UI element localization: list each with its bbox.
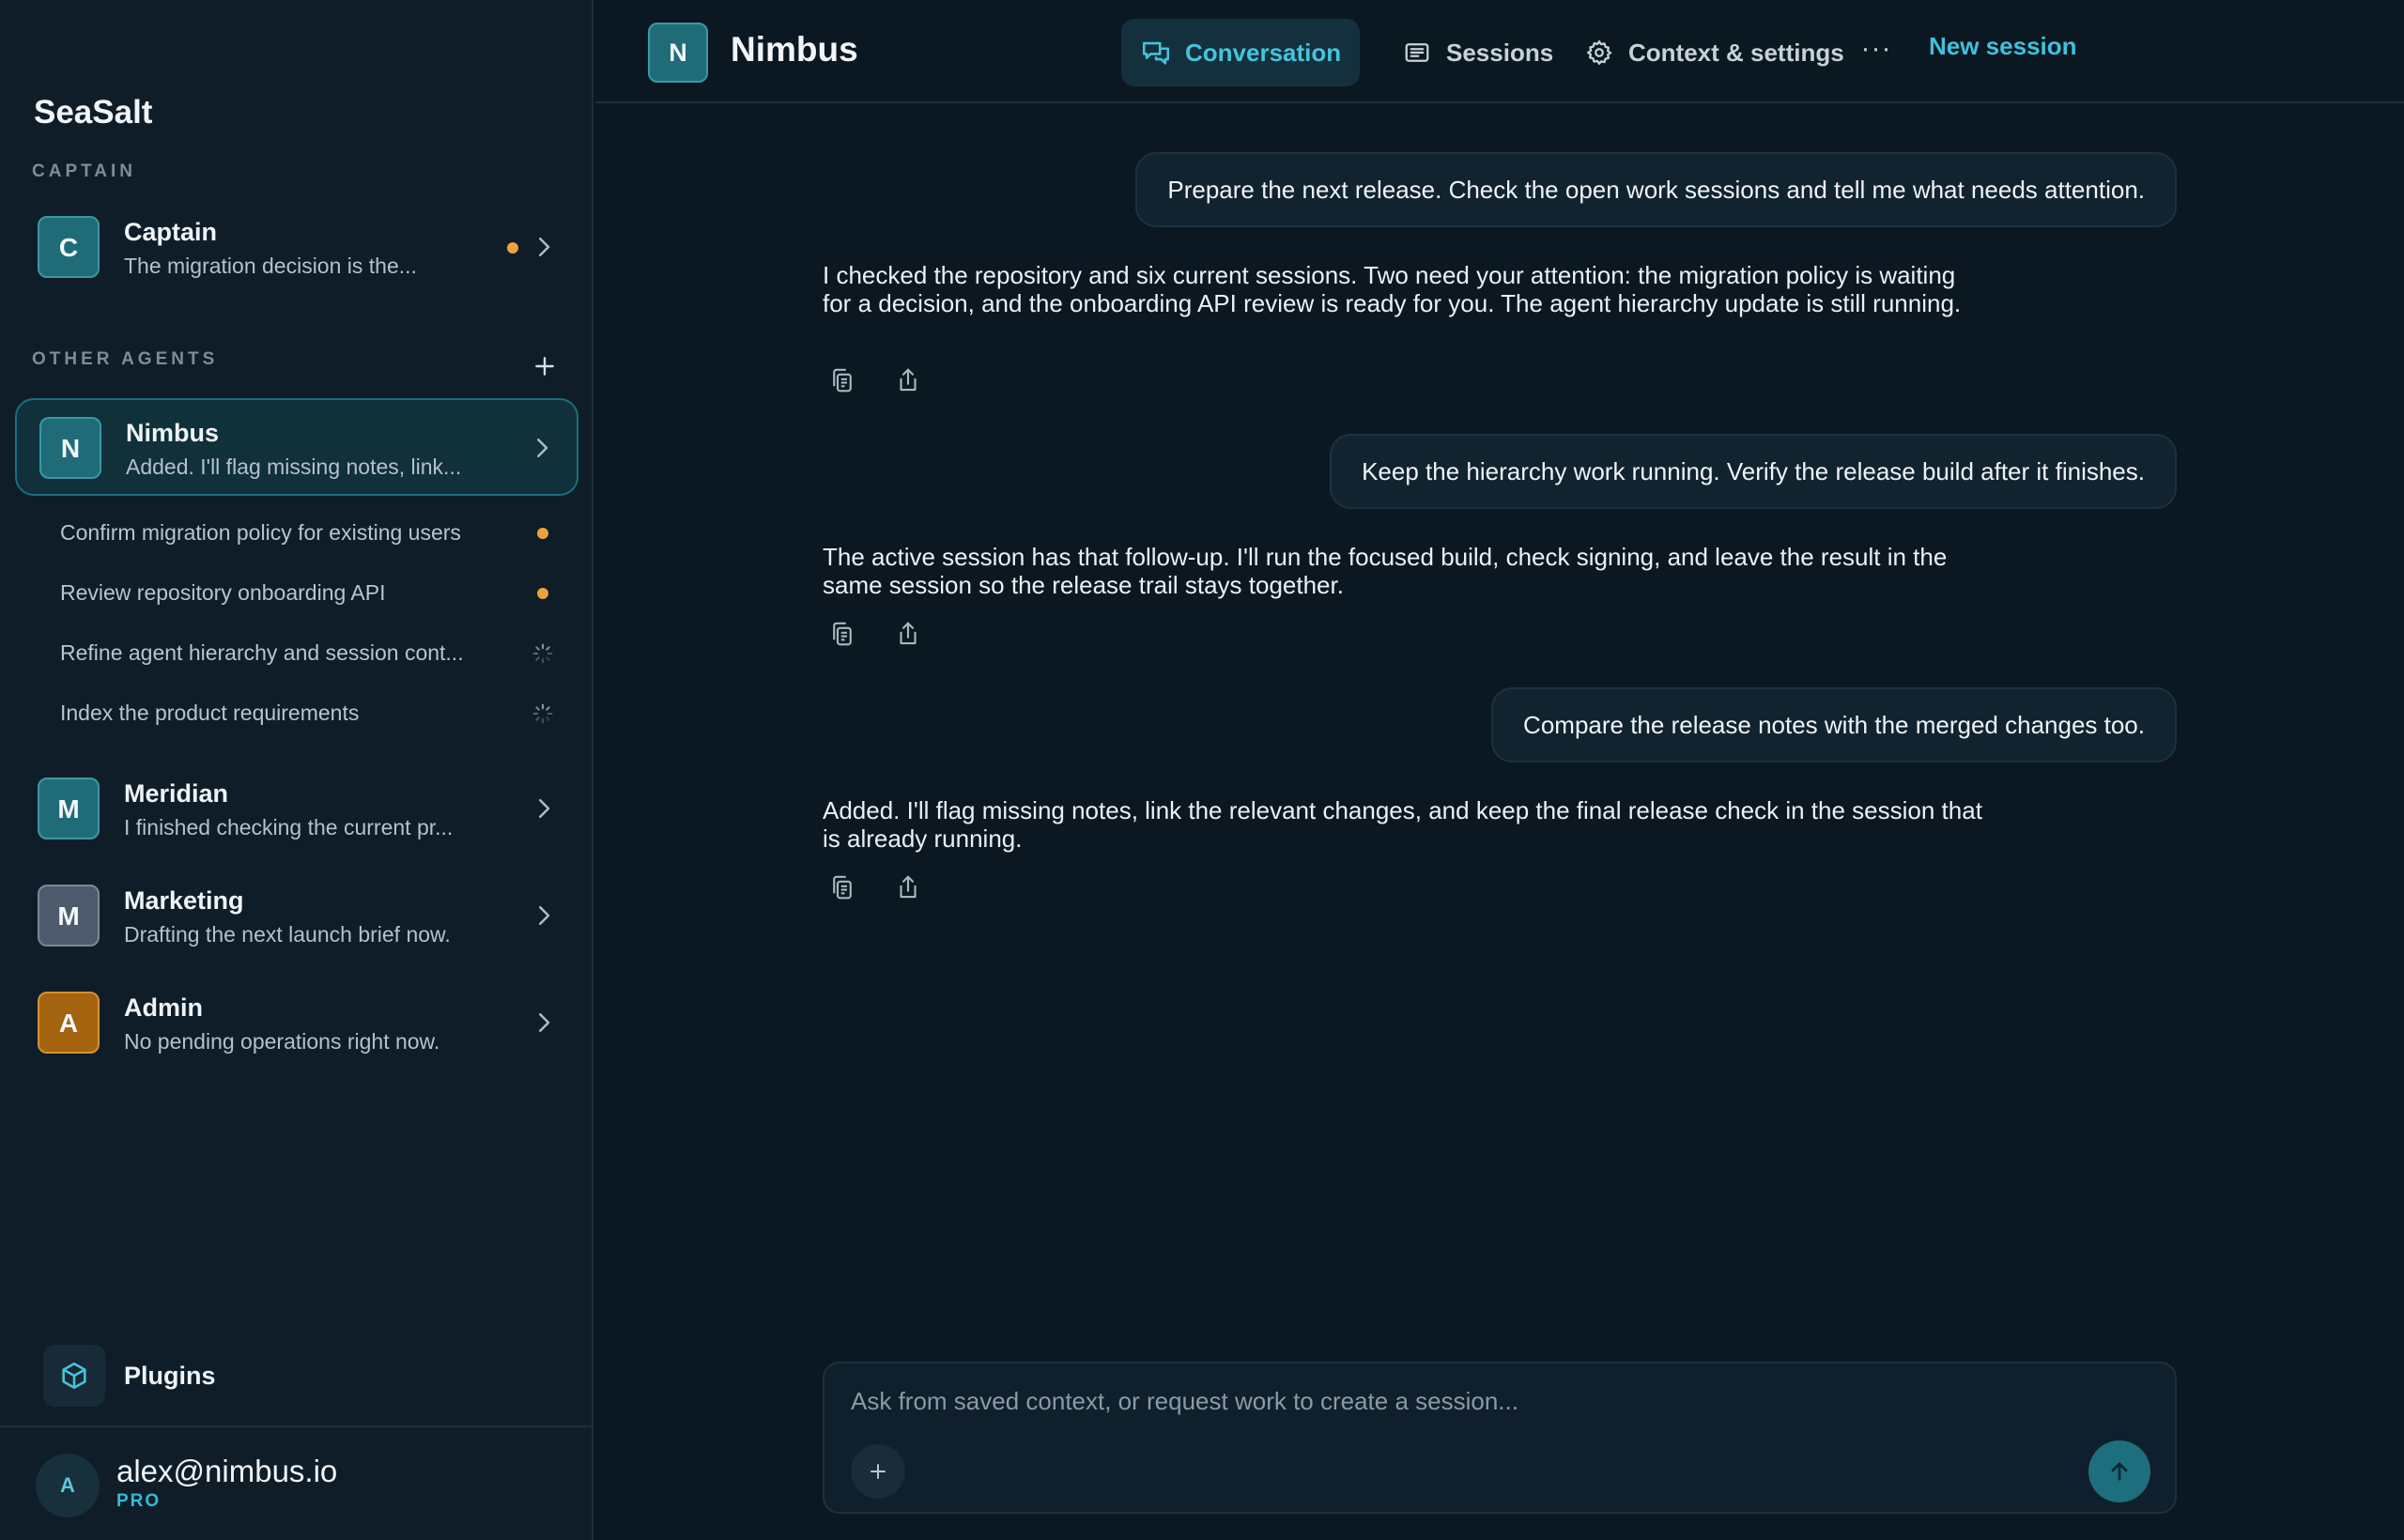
agent-item-meridian[interactable]: M Meridian I finished checking the curre… [15, 761, 578, 858]
attach-button[interactable] [851, 1444, 905, 1499]
agent-preview: Added. I'll flag missing notes, link... [126, 454, 462, 479]
agent-item-captain[interactable]: C Captain The migration decision is the.… [15, 199, 578, 297]
user-avatar[interactable]: A [36, 1454, 100, 1517]
avatar: C [38, 216, 100, 278]
attention-dot-icon [537, 588, 548, 599]
tab-conversation[interactable]: Conversation [1121, 19, 1361, 86]
agent-name: Marketing [124, 886, 244, 915]
avatar: M [38, 778, 100, 839]
agent-name: Admin [124, 993, 203, 1022]
message-actions [826, 364, 924, 396]
tab-sessions[interactable]: Sessions [1382, 19, 1572, 86]
user-message: Keep the hierarchy work running. Verify … [1330, 434, 2177, 509]
divider [0, 1425, 593, 1427]
user-email[interactable]: alex@nimbus.io [116, 1454, 337, 1489]
agent-preview: I finished checking the current pr... [124, 815, 454, 839]
session-label: Review repository onboarding API [60, 580, 386, 605]
tab-label: Sessions [1446, 38, 1554, 67]
avatar: M [38, 885, 100, 947]
session-item-migration-policy[interactable]: Confirm migration policy for existing us… [60, 515, 558, 552]
chevron-right-icon [539, 906, 550, 925]
share-icon[interactable] [892, 871, 924, 903]
session-label: Refine agent hierarchy and session cont.… [60, 640, 464, 665]
new-session-button[interactable]: New session [1929, 32, 2077, 61]
attention-dot-icon [507, 242, 518, 254]
composer [823, 1362, 2177, 1514]
agent-avatar: N [648, 23, 708, 83]
chevron-right-icon [539, 799, 550, 818]
session-label: Confirm migration policy for existing us… [60, 520, 461, 545]
tab-label: Conversation [1185, 38, 1342, 67]
agent-item-admin[interactable]: A Admin No pending operations right now. [15, 975, 578, 1072]
session-label: Index the product requirements [60, 701, 360, 725]
attention-dot-icon [537, 528, 548, 539]
message-actions [826, 618, 924, 650]
agent-preview: The migration decision is the... [124, 254, 417, 278]
user-message: Compare the release notes with the merge… [1491, 687, 2177, 762]
share-icon[interactable] [892, 618, 924, 650]
copy-icon[interactable] [826, 871, 858, 903]
agent-item-marketing[interactable]: M Marketing Drafting the next launch bri… [15, 868, 578, 965]
copy-icon[interactable] [826, 364, 858, 396]
top-bar: N Nimbus Conversation Sessions Context &… [595, 0, 2404, 103]
send-button[interactable] [2088, 1440, 2150, 1502]
session-item-product-requirements[interactable]: Index the product requirements [60, 695, 558, 732]
agent-item-nimbus[interactable]: N Nimbus Added. I'll flag missing notes,… [15, 398, 578, 496]
message-input[interactable] [851, 1380, 2147, 1422]
chat-bubbles-icon [1140, 37, 1172, 69]
brand-name: SeaSalt [34, 94, 153, 131]
gear-icon [1583, 37, 1615, 69]
agent-name: Nimbus [126, 419, 220, 447]
share-icon[interactable] [892, 364, 924, 396]
copy-icon[interactable] [826, 618, 858, 650]
agent-preview: No pending operations right now. [124, 1029, 440, 1054]
plus-icon [535, 357, 554, 376]
add-agent-button[interactable] [522, 344, 567, 389]
agent-name: Captain [124, 218, 218, 246]
other-agents-section-label: OTHER AGENTS [32, 349, 219, 369]
message-actions [826, 871, 924, 903]
plugins-button[interactable]: Plugins [43, 1345, 569, 1410]
cube-icon [43, 1345, 105, 1407]
avatar: A [38, 992, 100, 1054]
chevron-right-icon [539, 238, 550, 256]
plus-icon [871, 1464, 886, 1479]
agent-name: Meridian [124, 779, 229, 808]
agent-message: The active session has that follow-up. I… [823, 543, 1948, 599]
user-message: Prepare the next release. Check the open… [1135, 152, 2177, 227]
spinner-icon [532, 643, 553, 664]
sidebar: SeaSalt CAPTAIN C Captain The migration … [0, 0, 593, 1540]
agent-message: I checked the repository and six current… [823, 261, 1962, 317]
tab-context-settings[interactable]: Context & settings [1564, 19, 1863, 86]
arrow-up-icon [2111, 1462, 2128, 1481]
session-item-onboarding-api[interactable]: Review repository onboarding API [60, 575, 558, 612]
agent-message: Added. I'll flag missing notes, link the… [823, 796, 1982, 853]
agent-preview: Drafting the next launch brief now. [124, 922, 451, 947]
avatar: N [39, 417, 101, 479]
captain-section-label: CAPTAIN [32, 162, 137, 181]
more-options-button[interactable]: ··· [1854, 32, 1899, 73]
page-title: Nimbus [731, 30, 858, 69]
list-icon [1401, 37, 1433, 69]
spinner-icon [532, 703, 553, 724]
chevron-right-icon [539, 1013, 550, 1032]
chevron-right-icon [537, 439, 548, 457]
plan-badge: PRO [116, 1491, 162, 1511]
session-item-agent-hierarchy[interactable]: Refine agent hierarchy and session cont.… [60, 635, 558, 672]
tab-label: Context & settings [1628, 38, 1844, 67]
plugins-label: Plugins [124, 1362, 216, 1390]
